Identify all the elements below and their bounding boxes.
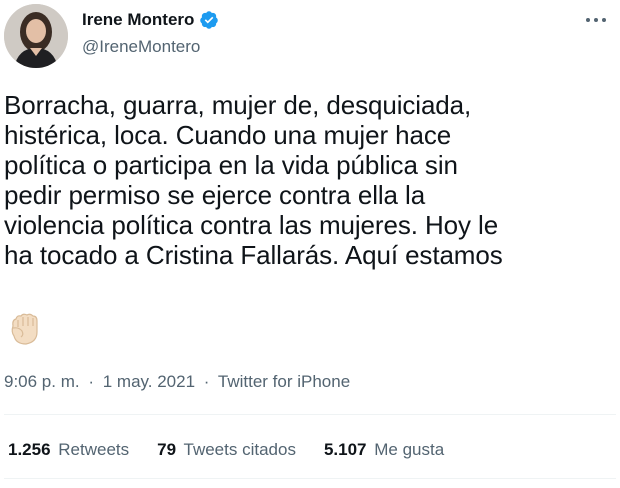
retweets-count: 1.256: [8, 440, 51, 459]
tweet-meta: 9:06 p. m. · 1 may. 2021 · Twitter for i…: [4, 372, 350, 392]
tweet-text-line: violencia política contra las mujeres. H…: [4, 210, 499, 240]
author-handle[interactable]: @IreneMontero: [82, 37, 200, 57]
avatar-image: [4, 4, 68, 68]
raised-fist-icon: [11, 313, 38, 345]
likes-count: 5.107: [323, 440, 367, 459]
likes-label: Me gusta: [374, 440, 445, 459]
divider: [4, 478, 616, 479]
meta-separator: ·: [203, 372, 210, 391]
author-display-name[interactable]: Irene Montero: [82, 10, 219, 30]
tweet-date[interactable]: 1 may. 2021: [103, 372, 195, 391]
retweets-stat[interactable]: 1.256 Retweets: [8, 440, 129, 460]
tweet-text: Borracha, guarra, mujer de, desquiciada,…: [4, 90, 614, 270]
meta-separator: ·: [88, 372, 95, 391]
author-name-text: Irene Montero: [82, 10, 195, 29]
tweet-stats: 1.256 Retweets 79 Tweets citados 5.107 M…: [8, 440, 472, 460]
more-dots-icon: [586, 18, 606, 22]
tweet-header: Irene Montero @IreneMontero: [0, 0, 620, 80]
quotes-label: Tweets citados: [183, 440, 296, 459]
tweet-text-line: Borracha, guarra, mujer de, desquiciada,: [4, 90, 472, 120]
quotes-count: 79: [157, 440, 177, 459]
divider: [4, 414, 616, 415]
more-options-button[interactable]: [582, 10, 610, 30]
verified-badge-icon: [200, 11, 219, 29]
tweet-text-line: política o participa en la vida pública …: [4, 150, 458, 180]
tweet-text-line: ha tocado a Cristina Fallarás. Aquí esta…: [4, 240, 503, 270]
tweet-card: Irene Montero @IreneMontero Borracha, gu…: [0, 0, 620, 488]
quotes-stat[interactable]: 79 Tweets citados: [157, 440, 296, 460]
avatar[interactable]: [4, 4, 68, 68]
tweet-text-line: histérica, loca. Cuando una mujer hace: [4, 120, 452, 150]
retweets-label: Retweets: [58, 440, 130, 459]
tweet-source[interactable]: Twitter for iPhone: [218, 372, 350, 391]
likes-stat[interactable]: 5.107 Me gusta: [324, 440, 444, 460]
tweet-text-line: pedir permiso se ejerce contra ella la: [4, 180, 426, 210]
tweet-time[interactable]: 9:06 p. m.: [4, 372, 80, 391]
